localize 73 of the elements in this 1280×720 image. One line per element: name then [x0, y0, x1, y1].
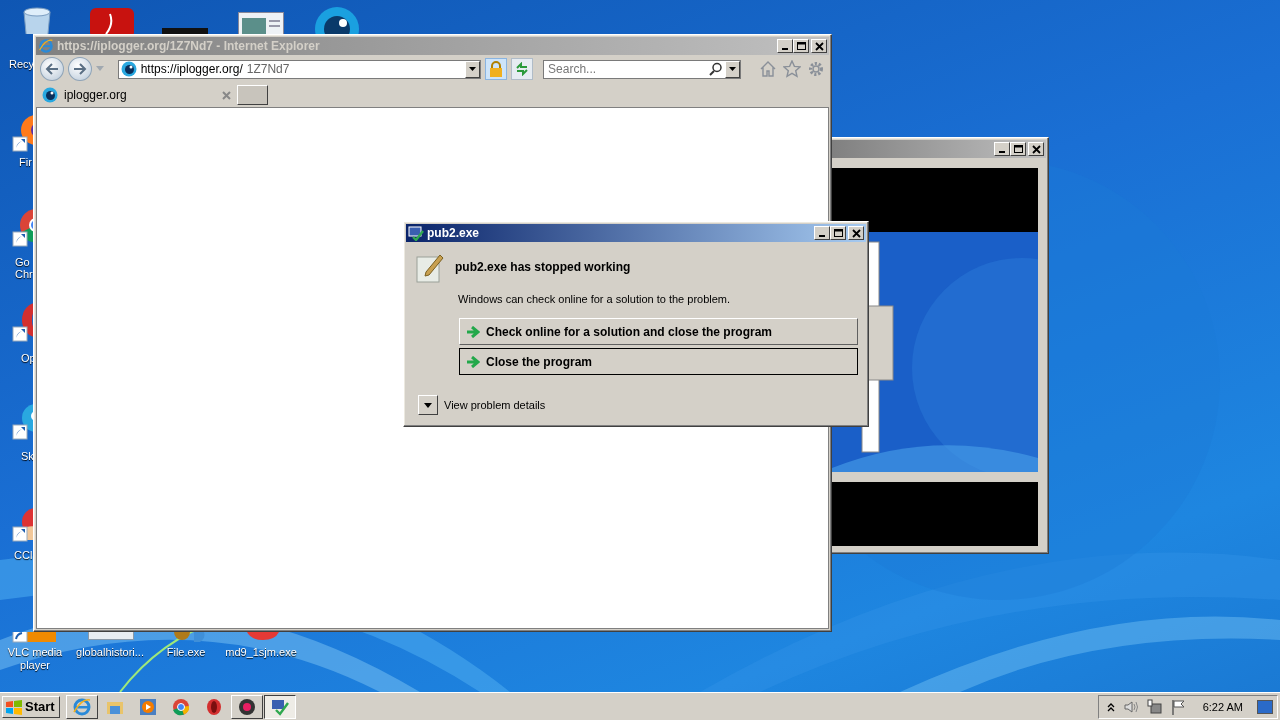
icon-label: Sk — [21, 450, 34, 462]
site-icon — [42, 87, 58, 103]
show-desktop-icon[interactable] — [1257, 699, 1273, 714]
refresh-icon — [515, 62, 530, 76]
maximize-icon — [1013, 144, 1023, 154]
lock-icon — [489, 61, 504, 77]
browser-icon — [170, 696, 191, 717]
maximize-button[interactable] — [793, 39, 809, 53]
minimize-button[interactable] — [777, 39, 793, 53]
maximize-icon — [796, 41, 806, 51]
start-button[interactable]: Start — [2, 695, 60, 718]
maximize-button[interactable] — [830, 226, 846, 240]
error-message: Windows can check online for a solution to the problem. — [458, 293, 732, 305]
browser-icon — [38, 38, 54, 54]
expand-button[interactable] — [418, 395, 438, 415]
icon-label: md9_1sjm.exe — [225, 646, 297, 659]
icon-label: Go Chr — [15, 256, 33, 280]
play-icon — [137, 696, 158, 717]
minimize-icon — [999, 150, 1005, 153]
close-icon — [851, 228, 861, 238]
icon-label: File.exe — [166, 646, 206, 659]
refresh-button[interactable] — [511, 58, 534, 80]
search-field[interactable]: Search... — [543, 59, 742, 79]
search-icon[interactable] — [709, 62, 724, 76]
arrow-icon — [466, 355, 480, 368]
windows-logo-icon — [5, 698, 23, 715]
close-icon — [1031, 144, 1041, 154]
maximize-icon — [833, 228, 843, 238]
back-button[interactable] — [40, 57, 64, 81]
caret-icon — [424, 402, 432, 408]
arrow-icon — [466, 325, 480, 338]
option-button[interactable]: Close the program — [459, 348, 858, 375]
app-icon[interactable] — [90, 8, 134, 34]
caret-icon — [469, 67, 477, 71]
icon-label: CCl — [14, 549, 33, 561]
flag-icon[interactable] — [1170, 698, 1187, 715]
minimize-icon — [782, 47, 788, 50]
star-icon[interactable] — [783, 60, 802, 78]
back-icon — [44, 63, 59, 75]
close-button[interactable] — [811, 39, 827, 53]
chevron-icon[interactable] — [1106, 701, 1115, 712]
option-button[interactable]: Check online for a solution and close the program — [459, 318, 858, 345]
record-icon — [236, 696, 257, 717]
close-icon — [814, 41, 824, 51]
browser-icon — [71, 696, 92, 717]
details-label: View problem details — [444, 399, 546, 411]
minimize-button[interactable] — [814, 226, 830, 240]
forward-icon — [72, 63, 87, 75]
close-button[interactable] — [1028, 142, 1044, 156]
icon-label: Recy — [9, 58, 35, 70]
error-heading: pub2.exe has stopped working — [455, 260, 631, 274]
address-field[interactable]: https://iplogger.org/ 1Z7Nd7 — [117, 59, 482, 79]
network-icon[interactable] — [1146, 698, 1163, 715]
taskbar-button[interactable] — [263, 694, 296, 719]
speaker-icon[interactable] — [1122, 699, 1139, 714]
dialog-title: pub2.exe — [427, 226, 481, 240]
dropdown-button[interactable] — [465, 60, 481, 78]
icon-label: globalhistori... — [76, 646, 144, 659]
icon-label: Fir — [19, 156, 32, 168]
window-title: https://iplogger.org/1Z7Nd7 - Internet Explorer — [57, 39, 321, 53]
app-icon — [408, 225, 424, 241]
new-tab-button[interactable] — [237, 85, 268, 105]
forward-button[interactable] — [67, 57, 92, 81]
site-icon — [120, 61, 137, 77]
notepad-icon — [416, 252, 444, 283]
close-button[interactable] — [848, 226, 864, 240]
minimize-button[interactable] — [994, 142, 1010, 156]
clock[interactable]: 6:22 AM — [1202, 700, 1243, 713]
caret-icon — [729, 67, 737, 71]
minimize-icon — [819, 234, 825, 237]
maximize-button[interactable] — [1010, 142, 1026, 156]
icon-label: VLC media player — [7, 646, 63, 672]
window-icon[interactable] — [238, 12, 284, 34]
